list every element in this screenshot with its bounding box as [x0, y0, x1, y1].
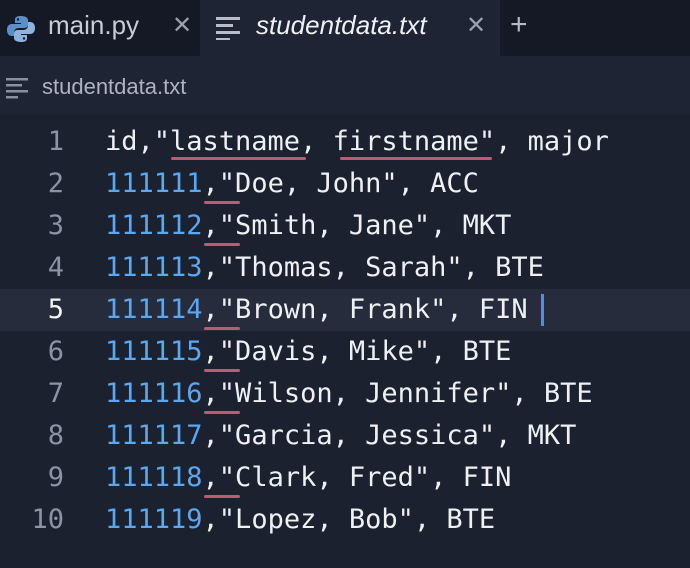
line-number: 7: [47, 378, 64, 409]
new-tab-button[interactable]: +: [510, 10, 528, 40]
student-id: 111116: [105, 378, 203, 409]
line-text: ,"Wilson, Jennifer", BTE: [202, 378, 593, 409]
line-number: 3: [47, 210, 64, 241]
student-id: 111113: [105, 252, 203, 283]
line-content: 111113,"Thomas, Sarah", BTE: [105, 247, 544, 289]
python-icon: [6, 14, 36, 49]
student-id: 111112: [105, 210, 203, 241]
text-cursor: [541, 294, 544, 326]
line-content: 111117,"Garcia, Jessica", MKT: [105, 415, 576, 457]
code-line: 10 111119,"Lopez, Bob", BTE: [0, 499, 690, 541]
student-id: 111118: [105, 462, 203, 493]
text-file-icon: [216, 14, 242, 45]
code-line: 7 111116,"Wilson, Jennifer", BTE: [0, 373, 690, 415]
code-line: 6 111115,"Davis, Mike", BTE: [0, 331, 690, 373]
code-line: 4 111113,"Thomas, Sarah", BTE: [0, 247, 690, 289]
spell-underline: [204, 369, 240, 372]
line-content: 111111,"Doe, John", ACC: [105, 163, 479, 205]
code-line-current: 5 111114,"Brown, Frank", FIN: [0, 289, 690, 331]
student-id: 111115: [105, 336, 203, 367]
tab-studentdata-txt[interactable]: studentdata.txt ✕: [200, 0, 500, 56]
line-content: 111112,"Smith, Jane", MKT: [105, 205, 511, 247]
line-number: 8: [47, 420, 64, 451]
close-icon[interactable]: ✕: [466, 14, 486, 38]
code-line: 9 111118,"Clark, Fred", FIN: [0, 457, 690, 499]
student-id: 111111: [105, 168, 203, 199]
line-text: ,"Clark, Fred", FIN: [202, 462, 512, 493]
line-text: ,"Brown, Frank", FIN: [202, 294, 528, 325]
spell-underline: [204, 201, 240, 204]
line-number: 2: [47, 168, 64, 199]
code-editor[interactable]: 1 id,"lastname, firstname", major 2 1111…: [0, 120, 690, 568]
line-number: 5: [47, 294, 64, 325]
line-text: ,"Lopez, Bob", BTE: [202, 504, 496, 535]
text-file-icon: [6, 76, 30, 105]
line-text: ,"Davis, Mike", BTE: [202, 336, 512, 367]
spell-underline: [204, 327, 240, 330]
close-icon[interactable]: ✕: [172, 14, 192, 38]
line-number: 9: [47, 462, 64, 493]
breadcrumb-file-label: studentdata.txt: [42, 74, 187, 99]
line-content: 111114,"Brown, Frank", FIN: [105, 289, 528, 331]
spell-underline: [171, 157, 306, 160]
line-text: ,"Doe, John", ACC: [202, 168, 479, 199]
spell-underline: [204, 243, 240, 246]
line-number: 4: [47, 252, 64, 283]
student-id: 111119: [105, 504, 203, 535]
tab-label: studentdata.txt: [256, 10, 427, 40]
line-content: 111119,"Lopez, Bob", BTE: [105, 499, 495, 541]
line-text: ,"Garcia, Jessica", MKT: [202, 420, 577, 451]
line-content: 111115,"Davis, Mike", BTE: [105, 331, 511, 373]
line-content: 111118,"Clark, Fred", FIN: [105, 457, 511, 499]
student-id: 111114: [105, 294, 203, 325]
code-line: 8 111117,"Garcia, Jessica", MKT: [0, 415, 690, 457]
tab-label: main.py: [48, 10, 140, 40]
line-text: ,"Smith, Jane", MKT: [202, 210, 512, 241]
student-id: 111117: [105, 420, 203, 451]
code-line: 1 id,"lastname, firstname", major: [0, 121, 690, 163]
line-text: ,"Thomas, Sarah", BTE: [202, 252, 544, 283]
line-number: 10: [31, 504, 64, 535]
tab-bar: main.py ✕ studentdata.txt ✕ +: [0, 0, 690, 56]
tab-main-py[interactable]: main.py ✕: [0, 0, 200, 56]
code-line: 3 111112,"Smith, Jane", MKT: [0, 205, 690, 247]
line-number: 6: [47, 336, 64, 367]
line-text: id,"lastname, firstname", major: [105, 126, 609, 157]
line-content: 111116,"Wilson, Jennifer", BTE: [105, 373, 593, 415]
spell-underline: [204, 495, 240, 498]
code-line: 2 111111,"Doe, John", ACC: [0, 163, 690, 205]
spell-underline: [340, 157, 492, 160]
spell-underline: [204, 411, 240, 414]
line-number: 1: [47, 126, 64, 157]
